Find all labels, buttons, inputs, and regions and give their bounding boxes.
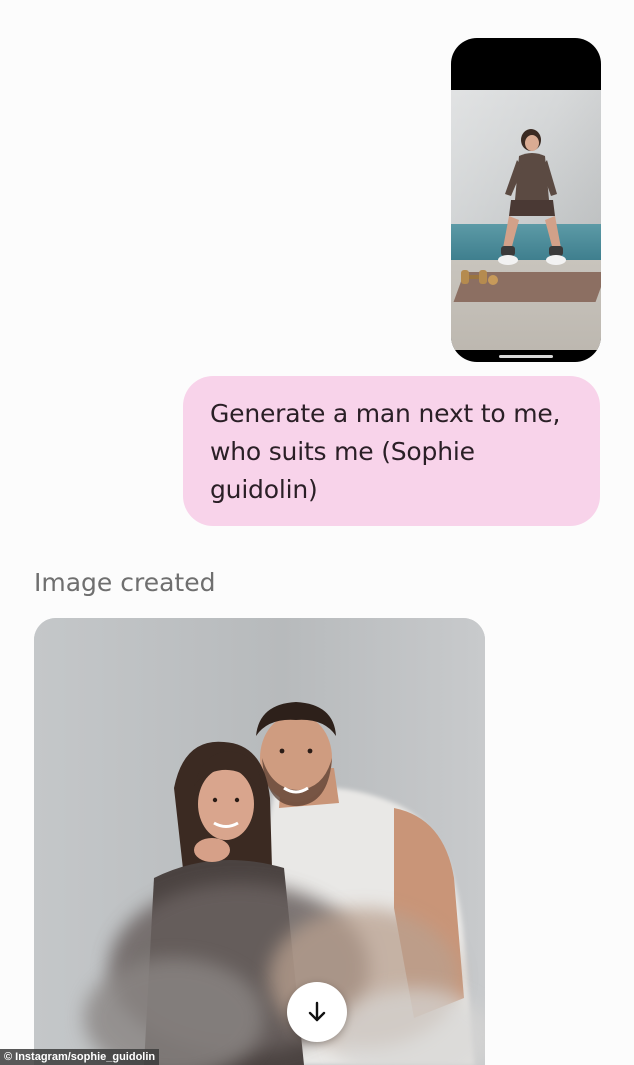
user-message-text: Generate a man next to me, who suits me …: [210, 395, 574, 509]
message-line: guidolin): [210, 475, 318, 504]
photo-credit: © Instagram/sophie_guidolin: [0, 1049, 160, 1065]
image-created-label: Image created: [34, 568, 216, 597]
uploaded-photo-scene: [451, 90, 601, 350]
crouching-woman-figure: [498, 129, 566, 265]
arrow-down-icon: [308, 1001, 326, 1022]
dumbbells-icon: [461, 270, 498, 285]
uploaded-image[interactable]: [451, 38, 601, 362]
download-button[interactable]: [287, 982, 347, 1042]
generated-couple-photo: [34, 618, 485, 1065]
user-message-bubble: Generate a man next to me, who suits me …: [183, 376, 600, 526]
home-indicator: [499, 355, 553, 358]
message-line: Generate a man next to me,: [210, 399, 561, 428]
chat-screen: Generate a man next to me, who suits me …: [0, 0, 634, 1065]
message-line: who suits me (Sophie: [210, 437, 475, 466]
generated-image[interactable]: [34, 618, 485, 1065]
